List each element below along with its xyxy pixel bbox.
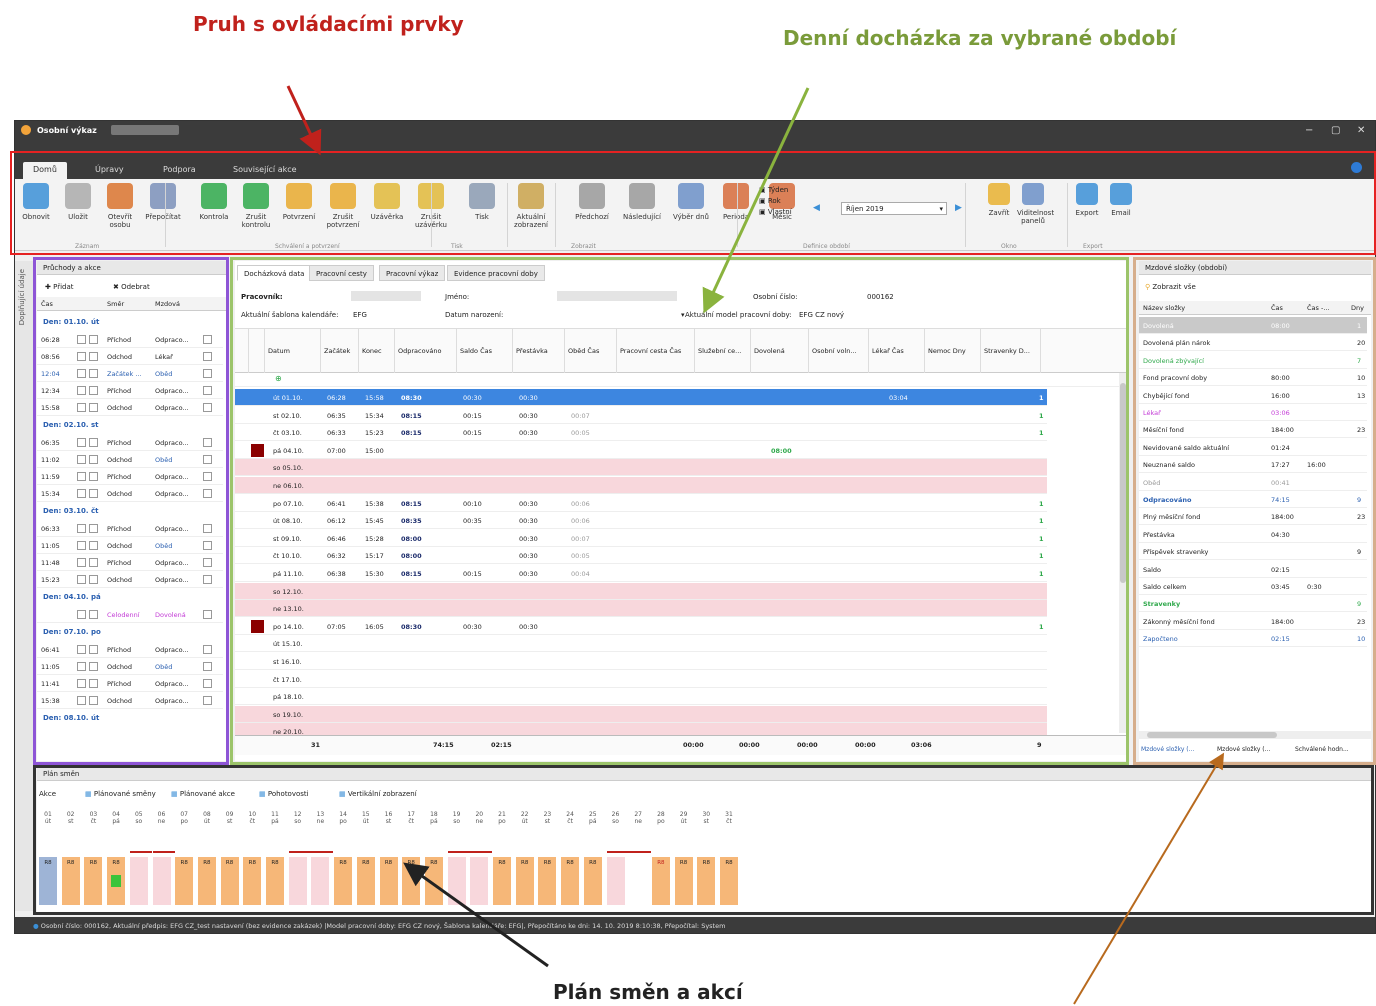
window-title: Osobní výkaz xyxy=(37,126,97,135)
redacted-name xyxy=(111,125,179,135)
callout-daily-attendance: Denní docházka za vybrané období xyxy=(783,26,1177,50)
status-bar: ● Osobní číslo: 000162, Aktuální předpis… xyxy=(15,917,1375,933)
wage-highlight xyxy=(1133,257,1376,765)
ribbon-highlight xyxy=(10,151,1376,255)
maximize-button[interactable]: ▢ xyxy=(1331,125,1340,136)
app-person-icon xyxy=(21,125,31,135)
passes-highlight xyxy=(33,257,229,765)
attendance-highlight xyxy=(230,257,1129,765)
status-text: Osobní číslo: 000162, Aktuální předpis: … xyxy=(40,922,726,930)
close-button[interactable]: ✕ xyxy=(1357,125,1365,136)
minimize-button[interactable]: − xyxy=(1305,125,1313,136)
info-icon: ● xyxy=(33,922,39,930)
plan-highlight xyxy=(33,765,1374,915)
callout-shift-plan: Plán směn a akcí xyxy=(553,980,743,1004)
left-side-strip: Doplňující údaje xyxy=(15,261,33,911)
side-tab-extra[interactable]: Doplňující údaje xyxy=(18,269,26,325)
callout-ribbon: Pruh s ovládacími prvky xyxy=(193,12,464,36)
